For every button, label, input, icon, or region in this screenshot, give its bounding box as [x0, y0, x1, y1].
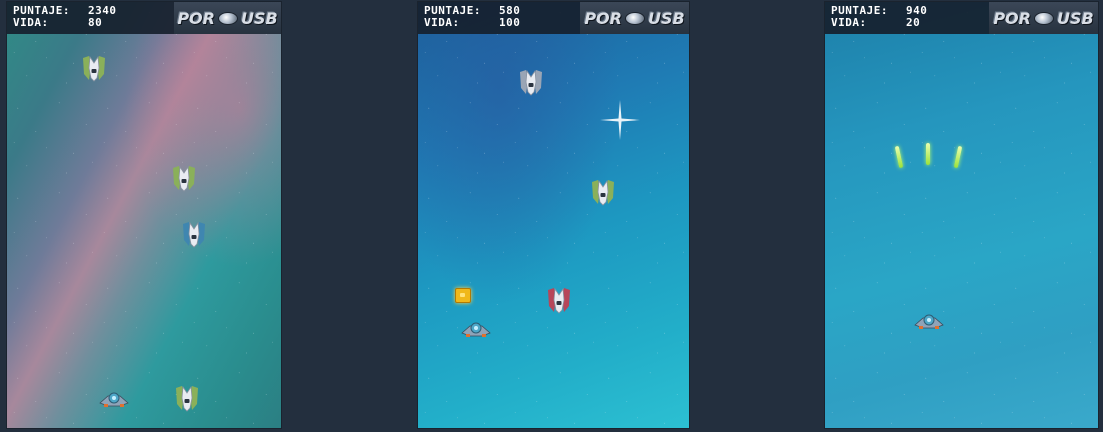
game-screen-3[interactable]: PUNTAJE: 940 VIDA: 20 POR USB	[825, 2, 1098, 428]
logo-text-left: POR	[993, 8, 1031, 28]
life-value: 100	[499, 16, 521, 29]
life-label: VIDA:	[831, 16, 867, 29]
logo-badge-icon	[1033, 11, 1054, 25]
starfield-background	[418, 2, 689, 428]
logo-text-right: USB	[647, 8, 685, 28]
logo-text-left: POR	[584, 8, 622, 28]
life-value: 80	[88, 16, 103, 29]
logo-text-right: USB	[240, 8, 278, 28]
life-value: 20	[906, 16, 921, 29]
hud-panel: PUNTAJE: 2340 VIDA: 80	[7, 2, 175, 34]
life-label: VIDA:	[13, 16, 49, 29]
player-ship-icon[interactable]	[913, 309, 945, 331]
logo-text-left: POR	[177, 8, 215, 28]
hud-panel: PUNTAJE: 580 VIDA: 100	[418, 2, 580, 34]
logo-badge-icon	[217, 11, 238, 25]
enemy-ship-icon	[171, 164, 197, 194]
starfield-background	[825, 2, 1098, 428]
starfield-background	[7, 2, 281, 428]
enemy-ship-icon	[174, 384, 200, 414]
star-sparkle-icon	[600, 100, 640, 140]
enemy-ship-icon	[518, 68, 544, 98]
life-label: VIDA:	[424, 16, 460, 29]
enemy-ship-icon	[546, 286, 572, 316]
enemy-ship-icon	[590, 178, 616, 208]
game-screen-2[interactable]: PUNTAJE: 580 VIDA: 100 POR USB	[418, 2, 689, 428]
porusb-logo: POR USB	[580, 2, 689, 34]
hud-panel: PUNTAJE: 940 VIDA: 20	[825, 2, 989, 34]
porusb-logo: POR USB	[174, 2, 281, 34]
porusb-logo: POR USB	[989, 2, 1098, 34]
logo-badge-icon	[624, 11, 645, 25]
enemy-ship-icon	[81, 54, 107, 84]
game-screen-1[interactable]: PUNTAJE: 2340 VIDA: 80 POR USB	[7, 2, 281, 428]
player-ship-icon[interactable]	[460, 317, 492, 339]
enemy-ship-icon	[181, 220, 207, 250]
coin-icon	[455, 288, 471, 303]
laser-shot-icon	[926, 143, 930, 165]
logo-text-right: USB	[1056, 8, 1094, 28]
player-ship-icon[interactable]	[98, 387, 130, 409]
